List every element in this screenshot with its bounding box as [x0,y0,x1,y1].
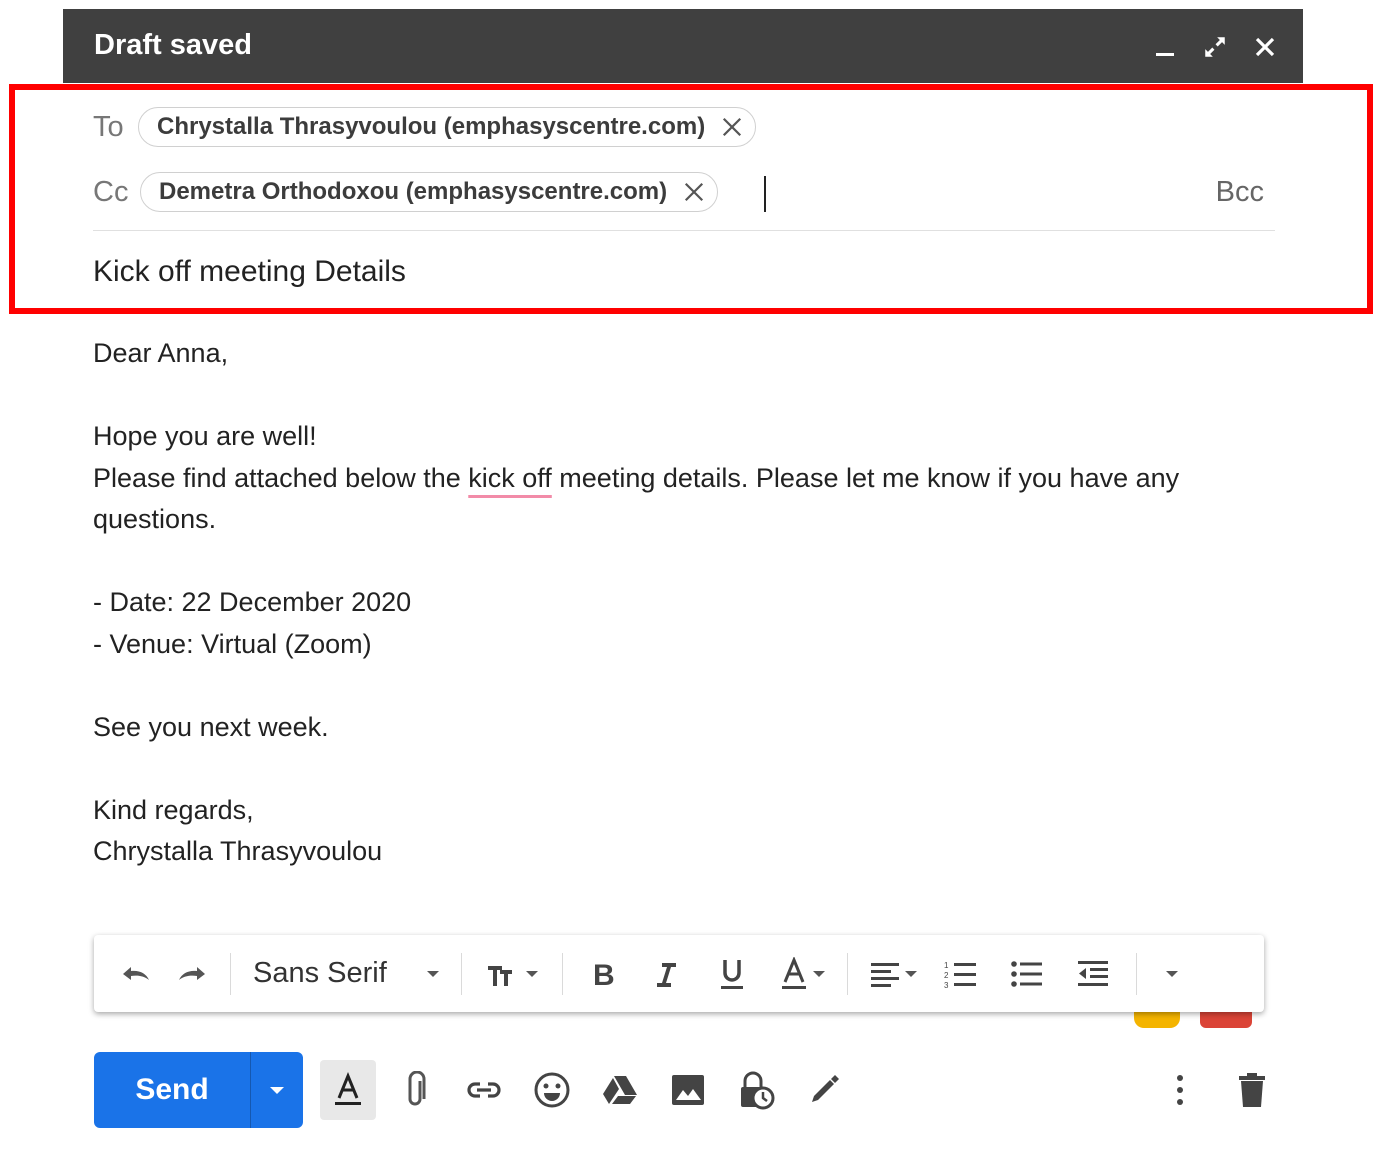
redo-icon[interactable] [164,946,220,1002]
cc-recipient-chip[interactable]: Demetra Orthodoxou (emphasyscentre.com) [140,172,719,212]
font-family-select[interactable]: Sans Serif [241,946,451,1002]
italic-icon[interactable] [635,946,697,1002]
numbered-list-icon[interactable]: 123 [928,946,994,1002]
recipients-divider [93,230,1275,231]
text-cursor [764,176,766,212]
toolbar-separator [1136,952,1137,995]
toolbar-separator [230,952,231,995]
bcc-button[interactable]: Bcc [1216,176,1264,209]
font-family-value: Sans Serif [253,957,387,989]
body-venue-line: - Venue: Virtual (Zoom) [93,628,372,659]
to-label: To [93,111,124,143]
confidential-mode-icon[interactable] [728,1060,784,1120]
toolbar-separator [562,952,563,995]
discard-draft-icon[interactable] [1224,1060,1280,1120]
toolbar-separator [847,952,848,995]
body-blank-line [93,541,1243,583]
body-signature: Chrystalla Thrasyvoulou [93,836,383,866]
indent-less-icon[interactable] [1060,946,1126,1002]
insert-signature-icon[interactable] [796,1060,852,1120]
underline-icon[interactable] [697,946,767,1002]
compose-header: Draft saved [63,9,1303,83]
to-recipient-chip[interactable]: Chrystalla Thrasyvoulou (emphasyscentre.… [138,107,757,147]
attachment-peek [1200,1012,1252,1028]
more-options-icon[interactable] [1152,1060,1208,1120]
minimize-icon[interactable] [1149,31,1181,63]
align-icon[interactable] [858,946,928,1002]
body-signoff: Kind regards, [93,794,254,825]
send-button-group: Send [94,1052,303,1128]
insert-link-icon[interactable] [456,1060,512,1120]
to-recipient-name: Chrystalla Thrasyvoulou (emphasyscentre.… [157,113,706,140]
body-date-line: - Date: 22 December 2020 [93,587,412,617]
emoji-peek [1134,1012,1180,1028]
remove-recipient-icon[interactable] [715,110,749,144]
compose-right-actions [1152,1060,1280,1120]
dropdown-arrow-icon [1166,970,1178,977]
svg-text:1: 1 [944,961,949,970]
body-line: See you next week. [93,711,329,742]
send-options-button[interactable] [251,1052,303,1128]
dropdown-arrow-icon [526,970,538,977]
send-button[interactable]: Send [94,1052,250,1128]
undo-icon[interactable] [108,946,164,1002]
insert-emoji-icon[interactable] [524,1060,580,1120]
text-color-icon[interactable] [767,946,837,1002]
bulleted-list-icon[interactable] [994,946,1060,1002]
toolbar-separator [461,952,462,995]
cc-label: Cc [93,176,129,208]
svg-text:2: 2 [944,971,949,980]
svg-text:B: B [593,959,615,989]
remove-recipient-icon[interactable] [677,175,711,209]
close-icon[interactable] [1249,31,1281,63]
body-line: Hope you are well! [93,421,317,451]
bold-icon[interactable]: B [573,946,635,1002]
attach-file-icon[interactable] [388,1060,444,1120]
message-body[interactable]: Dear Anna, Hope you are well! Please fin… [93,333,1243,873]
svg-text:3: 3 [944,981,949,989]
dropdown-arrow-icon [813,970,825,977]
compose-actions [320,1060,852,1120]
dropdown-arrow-icon [905,970,917,977]
body-blank-line [93,665,1243,707]
more-formatting-icon[interactable] [1147,946,1193,1002]
spellcheck-word[interactable]: kick off [468,463,552,493]
insert-photo-icon[interactable] [660,1060,716,1120]
text-size-icon[interactable] [472,946,552,1002]
body-text-segment: Please find attached below the [93,462,469,493]
subject-field[interactable]: Kick off meeting Details [93,255,406,289]
fullscreen-icon[interactable] [1199,31,1231,63]
chevron-down-icon [270,1086,284,1094]
google-drive-icon[interactable] [592,1060,648,1120]
body-blank-line [93,748,1243,790]
dropdown-arrow-icon [427,970,439,977]
draft-status: Draft saved [94,29,252,61]
body-greeting: Dear Anna, [93,338,229,368]
formatting-toolbar: Sans Serif B 123 [94,935,1264,1012]
body-line: Please find attached below the kick off … [93,458,1243,541]
window-controls [1149,31,1281,63]
body-blank-line [93,375,1243,417]
formatting-options-icon[interactable] [320,1060,376,1120]
cc-recipient-name: Demetra Orthodoxou (emphasyscentre.com) [159,178,668,205]
